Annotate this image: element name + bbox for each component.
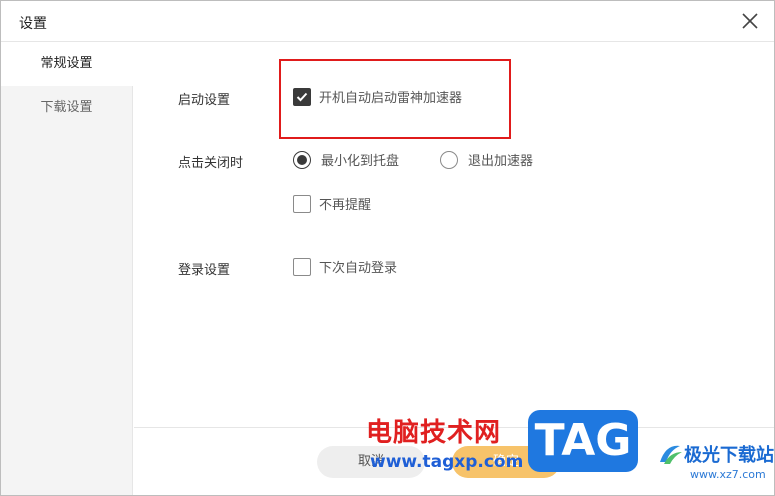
- minimize-to-tray-radio[interactable]: 最小化到托盘: [293, 150, 399, 169]
- watermark-site-url: www.xz7.com: [690, 468, 766, 481]
- login-label: 登录设置: [178, 263, 231, 278]
- auto-start-checkbox[interactable]: 开机自动启动雷神加速器: [293, 87, 462, 106]
- watermark-site-name: 极光下载站: [684, 445, 774, 466]
- aurora-logo-icon: [660, 445, 682, 464]
- unchecked-icon: [293, 257, 311, 276]
- sidebar-item-general[interactable]: 常规设置: [1, 42, 133, 86]
- exit-app-label: 退出加速器: [468, 154, 534, 169]
- on-close-label: 点击关闭时: [178, 156, 244, 171]
- radio-unselected-icon: [440, 150, 458, 169]
- startup-label: 启动设置: [178, 93, 231, 108]
- settings-panel: 启动设置 开机自动启动雷神加速器 点击关闭时 最小化到托盘 退出加速器 不再提醒…: [134, 42, 774, 427]
- title-bar: 设置: [1, 1, 774, 42]
- auto-login-label: 下次自动登录: [319, 261, 398, 276]
- watermark-site: 极光下载站: [656, 440, 774, 468]
- no-remind-label: 不再提醒: [319, 198, 372, 213]
- watermark-title: 电脑技术网: [366, 418, 502, 448]
- close-icon[interactable]: [738, 9, 762, 33]
- exit-app-radio[interactable]: 退出加速器: [440, 150, 533, 169]
- auto-login-checkbox[interactable]: 下次自动登录: [293, 257, 397, 276]
- checked-icon: [293, 87, 311, 106]
- watermark-url: www.tagxp.com: [370, 452, 524, 472]
- minimize-to-tray-label: 最小化到托盘: [321, 154, 400, 169]
- dialog-title: 设置: [19, 16, 47, 32]
- no-remind-checkbox[interactable]: 不再提醒: [293, 194, 371, 213]
- sidebar-item-download[interactable]: 下载设置: [1, 86, 132, 130]
- sidebar: 常规设置 下载设置: [1, 42, 133, 495]
- watermark-tag-logo: TAG: [528, 410, 638, 472]
- unchecked-icon: [293, 194, 311, 213]
- auto-start-label: 开机自动启动雷神加速器: [319, 91, 463, 106]
- radio-selected-icon: [293, 150, 311, 169]
